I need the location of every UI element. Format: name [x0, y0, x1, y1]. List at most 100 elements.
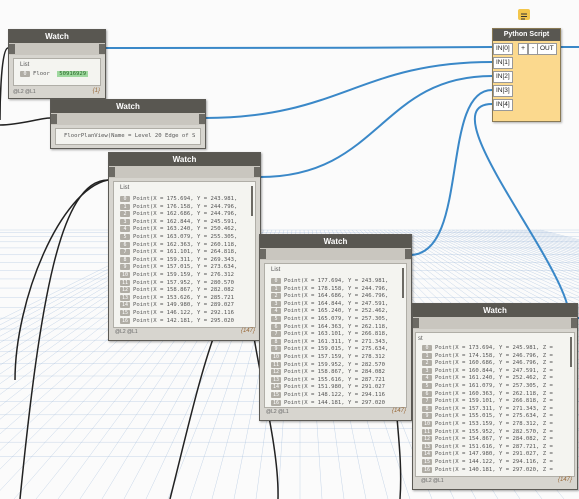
input-port[interactable]: [109, 167, 115, 177]
level-footer: @L2 @L1: [115, 329, 138, 335]
item-index: 5: [422, 383, 432, 389]
item-count: {1}: [92, 88, 100, 94]
port-in1[interactable]: IN[1]: [493, 57, 513, 69]
watch-preview[interactable]: List 0 Floor 50916929: [13, 58, 101, 86]
input-port[interactable]: [9, 44, 15, 54]
scrollbar[interactable]: [251, 186, 253, 216]
item-index: 2: [422, 360, 432, 367]
output-port[interactable]: [571, 318, 577, 328]
watch-preview[interactable]: FloorPlanView(Name = Level 20 Edge of S: [55, 128, 201, 145]
input-port[interactable]: [260, 249, 266, 259]
item-index: 7: [120, 249, 130, 256]
item-value: Point(X = 158.867, Y = 282.082: [133, 287, 235, 294]
port-in3[interactable]: IN[3]: [493, 85, 513, 97]
port-in2[interactable]: IN[2]: [493, 71, 513, 83]
item-value: Point(X = 157.311, Y = 271.343, Z =: [435, 405, 553, 412]
item-index: 12: [271, 369, 281, 376]
item-value: Point(X = 176.158, Y = 244.796,: [133, 203, 238, 210]
item-index: 11: [422, 428, 432, 435]
python-note-icon[interactable]: [518, 9, 530, 20]
item-value: Point(X = 159.159, Y = 276.312: [133, 272, 235, 278]
item-value: Point(X = 163.240, Y = 250.462,: [133, 226, 238, 233]
python-title[interactable]: Python Script: [493, 29, 560, 41]
output-port[interactable]: [254, 167, 260, 177]
watch-ports: [9, 43, 105, 55]
graph-canvas[interactable]: Watch List 0 Floor 50916929 @L2 @L1 {1} W…: [0, 0, 579, 499]
watch-title[interactable]: Watch: [413, 304, 577, 317]
item-index: 12: [120, 287, 130, 294]
item-value: Point(X = 153.626, Y = 285.721: [133, 294, 235, 301]
item-value: Point(X = 155.952, Y = 282.570, Z =: [435, 428, 553, 435]
item-index: 16: [271, 399, 281, 406]
input-port[interactable]: [413, 318, 419, 328]
watch-title[interactable]: Watch: [260, 235, 411, 248]
item-index: 2: [271, 293, 281, 300]
add-input-button[interactable]: +: [518, 43, 528, 55]
watch-ports: [413, 317, 577, 329]
wire-dark-2[interactable]: [0, 47, 9, 121]
item-index: 8: [422, 405, 432, 412]
wire-dark-3[interactable]: [19, 179, 109, 499]
wire-in1[interactable]: [204, 61, 493, 119]
item-index: 16: [422, 466, 432, 473]
watch-preview[interactable]: List 0 Point(X = 177.694, Y = 243.981, 1 Po…: [264, 263, 407, 408]
item-index: 1: [120, 203, 130, 210]
item-value: Point(X = 151.980, Y = 291.027: [284, 384, 386, 391]
watch-node-floor[interactable]: Watch List 0 Floor 50916929 @L2 @L1 {1}: [8, 29, 106, 99]
item-index: 3: [422, 367, 432, 374]
watch-title[interactable]: Watch: [51, 100, 205, 113]
python-script-node[interactable]: Python Script IN[0] + - OUT IN[1] IN[2] …: [492, 28, 561, 122]
output-port[interactable]: [405, 249, 411, 259]
item-index: 4: [120, 226, 130, 233]
item-index: 15: [120, 310, 130, 316]
watch-node-points-2[interactable]: Watch List 0 Point(X = 177.694, Y = 243.9…: [259, 234, 412, 421]
item-index: 0: [271, 278, 281, 284]
item-index: 9: [422, 413, 432, 420]
item-value: Point(X = 161.079, Y = 257.305, Z =: [435, 383, 553, 389]
output-port[interactable]: [199, 114, 205, 124]
item-value: Point(X = 175.694, Y = 243.981,: [133, 196, 238, 202]
item-index: 14: [120, 302, 130, 309]
scrollbar[interactable]: [402, 268, 404, 298]
item-value: Point(X = 164.363, Y = 262.118,: [284, 323, 389, 330]
item-value: Point(X = 147.980, Y = 291.027, Z =: [435, 451, 553, 458]
item-value: Point(X = 158.867, Y = 284.082: [284, 369, 386, 376]
port-in4[interactable]: IN[4]: [493, 99, 513, 111]
item-index: 1: [422, 352, 432, 359]
watch-node-points-3[interactable]: Watch st 0 Point(X = 173.694, Y = 245.981…: [412, 303, 578, 490]
watch-node-points-1[interactable]: Watch List 0 Point(X = 175.694, Y = 243.9…: [108, 152, 261, 341]
wire-in0[interactable]: [104, 46, 493, 49]
item-index: 10: [120, 272, 130, 278]
item-index: 15: [422, 459, 432, 465]
item-index: 14: [422, 451, 432, 458]
port-in0[interactable]: IN[0]: [493, 43, 513, 55]
item-index: 16: [120, 317, 130, 324]
watch-preview[interactable]: List 0 Point(X = 175.694, Y = 243.981, 1 Po…: [113, 181, 256, 328]
wire-in2[interactable]: [259, 75, 493, 178]
item-value: Point(X = 163.079, Y = 255.305,: [133, 234, 238, 240]
item-index: 13: [120, 294, 130, 301]
watch-title[interactable]: Watch: [9, 30, 105, 43]
watch-ports: [51, 113, 205, 125]
list-label: List: [20, 62, 30, 68]
port-out[interactable]: OUT: [537, 43, 557, 55]
item-value: Point(X = 160.686, Y = 246.796, Z =: [435, 360, 553, 367]
item-count: {147}: [240, 328, 255, 334]
wire-dark-1[interactable]: [0, 117, 51, 126]
watch-node-view[interactable]: Watch FloorPlanView(Name = Level 20 Edge…: [50, 99, 206, 149]
item-value: Point(X = 160.844, Y = 247.591, Z =: [435, 367, 553, 374]
item-index: 6: [422, 390, 432, 397]
list-label: List: [120, 185, 130, 191]
watch-preview[interactable]: st 0 Point(X = 173.694, Y = 245.981, Z = 1…: [415, 332, 575, 477]
input-port[interactable]: [51, 114, 57, 124]
item-index: 10: [271, 354, 281, 360]
wire-in4[interactable]: [474, 103, 571, 331]
item-id-badge[interactable]: 50916929: [57, 71, 89, 77]
output-port[interactable]: [99, 44, 105, 54]
item-value: Point(X = 151.616, Y = 287.721, Z =: [435, 443, 553, 450]
item-value: Point(X = 161.240, Y = 252.462, Z =: [435, 375, 553, 382]
item-count: {147}: [557, 477, 572, 483]
item-value: Point(X = 157.015, Y = 273.634,: [133, 264, 238, 271]
watch-title[interactable]: Watch: [109, 153, 260, 166]
scrollbar[interactable]: [570, 337, 572, 367]
